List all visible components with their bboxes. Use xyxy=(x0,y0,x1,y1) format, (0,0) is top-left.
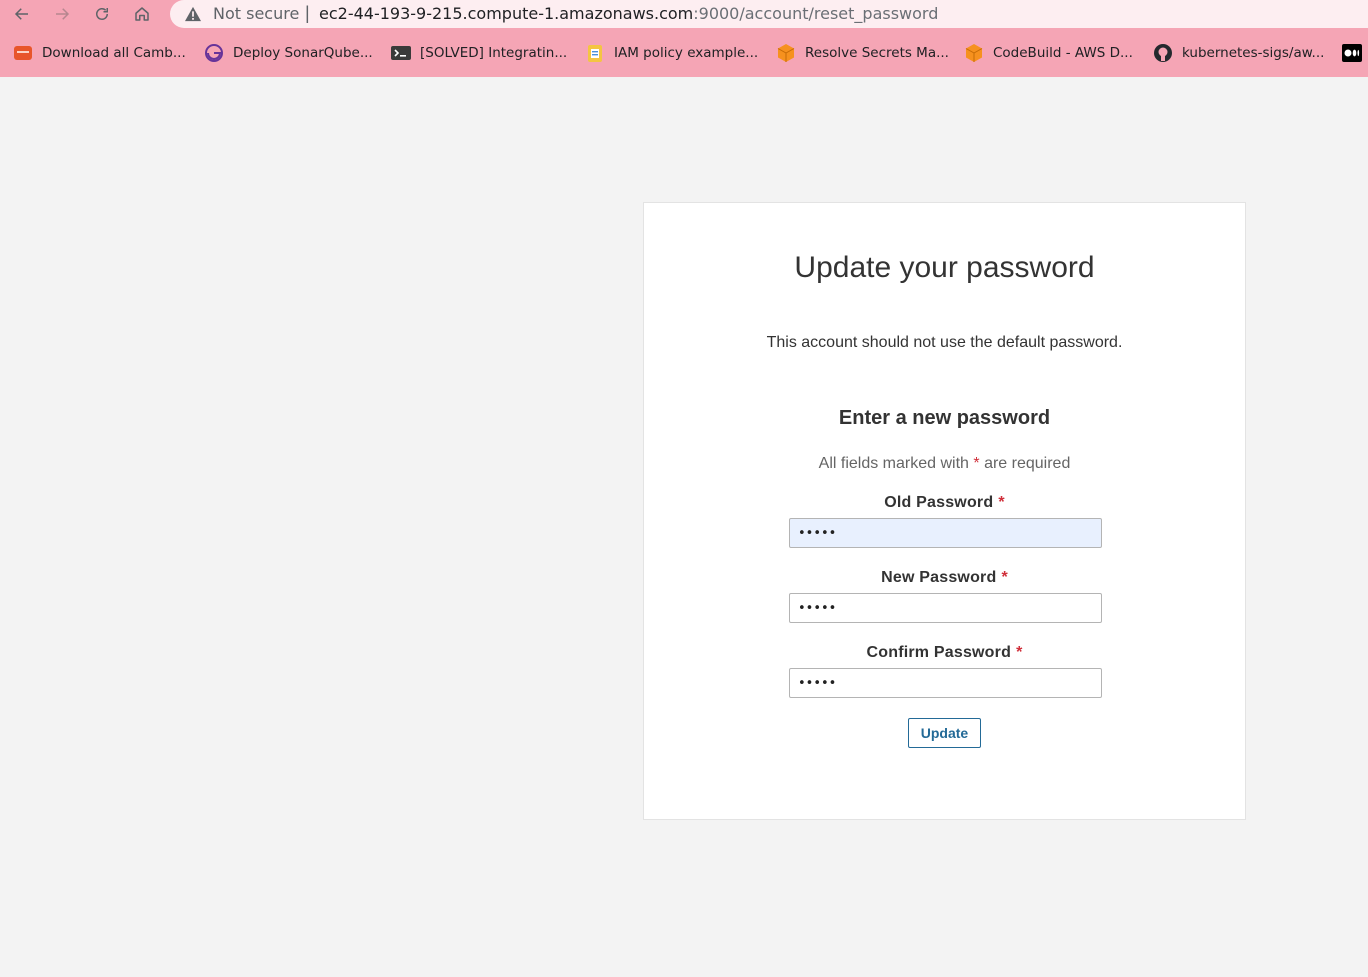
new-password-field[interactable] xyxy=(789,593,1102,623)
old-password-field[interactable] xyxy=(789,518,1102,548)
required-fields-note: All fields marked with * are required xyxy=(644,455,1245,473)
url-host: ec2-44-193-9-215.compute-1.amazonaws.com xyxy=(319,4,694,23)
confirm-password-field[interactable] xyxy=(789,668,1102,698)
bookmark-item[interactable]: CodeBuild - AWS D... xyxy=(964,41,1133,65)
required-marker: * xyxy=(1016,644,1023,661)
forward-button[interactable] xyxy=(50,3,74,25)
github-icon xyxy=(1153,43,1173,63)
book-icon xyxy=(13,43,33,63)
address-bar[interactable]: Not secure | ec2-44-193-9-215.compute-1.… xyxy=(170,0,1368,28)
url-path: :9000/account/reset_password xyxy=(693,4,939,23)
required-note-prefix: All fields marked with xyxy=(818,455,969,472)
default-password-warning: This account should not use the default … xyxy=(766,334,1123,351)
home-button[interactable] xyxy=(130,3,154,25)
browser-chrome: Not secure | ec2-44-193-9-215.compute-1.… xyxy=(0,0,1368,77)
new-password-label: New Password * xyxy=(644,569,1245,587)
bookmark-item[interactable]: Download all Camb... xyxy=(13,41,186,65)
bookmark-label: [SOLVED] Integratin... xyxy=(420,45,568,61)
confirm-password-label: Confirm Password * xyxy=(644,644,1245,662)
bookmark-item[interactable]: Deploy SonarQube... xyxy=(204,41,373,65)
old-password-label-text: Old Password xyxy=(884,494,994,511)
url-text: ec2-44-193-9-215.compute-1.amazonaws.com… xyxy=(319,4,938,23)
section-title: Enter a new password xyxy=(838,407,1051,429)
aws-cube-icon xyxy=(776,43,796,63)
home-icon xyxy=(135,7,149,21)
update-button[interactable]: Update xyxy=(908,718,981,748)
bookmarks-bar: Download all Camb... Deploy SonarQube...… xyxy=(0,38,1368,68)
arrow-left-icon xyxy=(14,8,28,20)
reload-button[interactable] xyxy=(90,3,114,25)
aws-cube-icon xyxy=(964,43,984,63)
back-button[interactable] xyxy=(10,3,34,25)
terminal-icon xyxy=(391,43,411,63)
old-password-label: Old Password * xyxy=(644,494,1245,512)
required-marker: * xyxy=(998,494,1005,511)
bookmark-label: Resolve Secrets Ma... xyxy=(805,45,949,61)
bookmark-label: CodeBuild - AWS D... xyxy=(993,45,1133,61)
bookmark-label: Deploy SonarQube... xyxy=(233,45,373,61)
security-status: Not secure xyxy=(213,4,300,23)
browser-toolbar: Not secure | ec2-44-193-9-215.compute-1.… xyxy=(0,0,1368,30)
bookmark-label: kubernetes-sigs/aw... xyxy=(1182,45,1325,61)
required-note-suffix: are required xyxy=(984,455,1071,472)
confirm-password-label-text: Confirm Password xyxy=(866,644,1012,661)
new-password-label-text: New Password xyxy=(881,569,997,586)
bookmark-item[interactable]: kubernetes-sigs/aw... xyxy=(1153,41,1324,65)
omnibox-separator: | xyxy=(305,3,310,23)
required-marker: * xyxy=(1001,569,1008,586)
password-update-card: Update your password This account should… xyxy=(643,202,1246,820)
page-title: Update your password xyxy=(794,251,1095,284)
bookmark-item[interactable]: [SOLVED] Integratin... xyxy=(391,41,567,65)
medium-icon xyxy=(1342,43,1362,63)
bookmark-label: Download all Camb... xyxy=(42,45,186,61)
warning-icon xyxy=(185,6,201,22)
reload-icon xyxy=(96,8,108,20)
arrow-right-icon xyxy=(56,8,70,20)
notebook-icon xyxy=(585,43,605,63)
required-marker: * xyxy=(973,455,980,472)
bookmark-overflow[interactable] xyxy=(1342,41,1368,65)
gatsby-icon xyxy=(204,43,224,63)
bookmark-item[interactable]: IAM policy example... xyxy=(585,41,758,65)
bookmark-item[interactable]: Resolve Secrets Ma... xyxy=(776,41,949,65)
bookmark-label: IAM policy example... xyxy=(614,45,759,61)
